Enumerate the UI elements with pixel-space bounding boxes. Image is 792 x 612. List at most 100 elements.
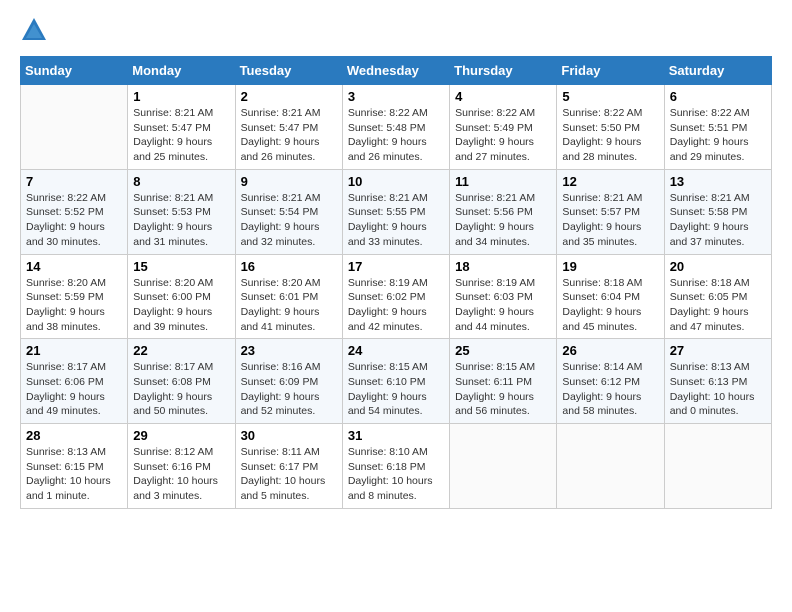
day-number: 26 — [562, 343, 658, 358]
weekday-header: Sunday — [21, 57, 128, 85]
calendar-cell: 24 Sunrise: 8:15 AMSunset: 6:10 PMDayligh… — [342, 339, 449, 424]
day-number: 6 — [670, 89, 766, 104]
day-info: Sunrise: 8:17 AMSunset: 6:08 PMDaylight:… — [133, 360, 229, 419]
day-info: Sunrise: 8:11 AMSunset: 6:17 PMDaylight:… — [241, 445, 337, 504]
calendar-cell: 23 Sunrise: 8:16 AMSunset: 6:09 PMDayligh… — [235, 339, 342, 424]
weekday-header: Tuesday — [235, 57, 342, 85]
day-number: 12 — [562, 174, 658, 189]
calendar-week-row: 21 Sunrise: 8:17 AMSunset: 6:06 PMDayligh… — [21, 339, 772, 424]
calendar-cell: 6 Sunrise: 8:22 AMSunset: 5:51 PMDaylight… — [664, 85, 771, 170]
calendar-cell — [21, 85, 128, 170]
calendar-cell: 8Sunrise: 8:21 AMSunset: 5:53 PMDaylight… — [128, 169, 235, 254]
day-number: 27 — [670, 343, 766, 358]
calendar-cell: 27 Sunrise: 8:13 AMSunset: 6:13 PMDayligh… — [664, 339, 771, 424]
weekday-header: Friday — [557, 57, 664, 85]
day-info: Sunrise: 8:15 AMSunset: 6:11 PMDaylight:… — [455, 360, 551, 419]
day-info: Sunrise: 8:10 AMSunset: 6:18 PMDaylight:… — [348, 445, 444, 504]
calendar-cell: 4Sunrise: 8:22 AMSunset: 5:49 PMDaylight… — [450, 85, 557, 170]
day-number: 19 — [562, 259, 658, 274]
day-info: Sunrise: 8:20 AMSunset: 5:59 PMDaylight:… — [26, 276, 122, 335]
day-number: 9 — [241, 174, 337, 189]
calendar-week-row: 1 Sunrise: 8:21 AMSunset: 5:47 PMDaylight… — [21, 85, 772, 170]
calendar-cell: 25 Sunrise: 8:15 AMSunset: 6:11 PMDayligh… — [450, 339, 557, 424]
day-info: Sunrise: 8:19 AMSunset: 6:03 PMDaylight:… — [455, 276, 551, 335]
day-number: 2 — [241, 89, 337, 104]
calendar-cell: 20 Sunrise: 8:18 AMSunset: 6:05 PMDayligh… — [664, 254, 771, 339]
calendar-cell: 2 Sunrise: 8:21 AMSunset: 5:47 PMDaylight… — [235, 85, 342, 170]
day-number: 28 — [26, 428, 122, 443]
logo — [20, 16, 52, 44]
calendar-cell: 13 Sunrise: 8:21 AMSunset: 5:58 PMDayligh… — [664, 169, 771, 254]
calendar-cell: 28 Sunrise: 8:13 AMSunset: 6:15 PMDayligh… — [21, 424, 128, 509]
day-number: 29 — [133, 428, 229, 443]
day-info: Sunrise: 8:22 AMSunset: 5:50 PMDaylight:… — [562, 106, 658, 165]
calendar-cell: 18 Sunrise: 8:19 AMSunset: 6:03 PMDayligh… — [450, 254, 557, 339]
calendar-cell: 17 Sunrise: 8:19 AMSunset: 6:02 PMDayligh… — [342, 254, 449, 339]
calendar-cell: 14Sunrise: 8:20 AMSunset: 5:59 PMDayligh… — [21, 254, 128, 339]
day-info: Sunrise: 8:12 AMSunset: 6:16 PMDaylight:… — [133, 445, 229, 504]
calendar-cell — [557, 424, 664, 509]
calendar-cell: 1 Sunrise: 8:21 AMSunset: 5:47 PMDaylight… — [128, 85, 235, 170]
day-number: 16 — [241, 259, 337, 274]
day-number: 11 — [455, 174, 551, 189]
day-info: Sunrise: 8:22 AMSunset: 5:48 PMDaylight:… — [348, 106, 444, 165]
day-info: Sunrise: 8:16 AMSunset: 6:09 PMDaylight:… — [241, 360, 337, 419]
day-number: 7 — [26, 174, 122, 189]
day-number: 1 — [133, 89, 229, 104]
logo-icon — [20, 16, 48, 44]
weekday-header: Monday — [128, 57, 235, 85]
day-info: Sunrise: 8:21 AMSunset: 5:53 PMDaylight:… — [133, 191, 229, 250]
day-number: 17 — [348, 259, 444, 274]
day-info: Sunrise: 8:21 AMSunset: 5:47 PMDaylight:… — [241, 106, 337, 165]
day-info: Sunrise: 8:18 AMSunset: 6:04 PMDaylight:… — [562, 276, 658, 335]
day-info: Sunrise: 8:21 AMSunset: 5:58 PMDaylight:… — [670, 191, 766, 250]
calendar-table: SundayMondayTuesdayWednesdayThursdayFrid… — [20, 56, 772, 509]
day-number: 23 — [241, 343, 337, 358]
day-number: 24 — [348, 343, 444, 358]
day-info: Sunrise: 8:22 AMSunset: 5:51 PMDaylight:… — [670, 106, 766, 165]
day-info: Sunrise: 8:18 AMSunset: 6:05 PMDaylight:… — [670, 276, 766, 335]
day-info: Sunrise: 8:21 AMSunset: 5:57 PMDaylight:… — [562, 191, 658, 250]
calendar-cell: 3 Sunrise: 8:22 AMSunset: 5:48 PMDaylight… — [342, 85, 449, 170]
day-number: 3 — [348, 89, 444, 104]
day-number: 5 — [562, 89, 658, 104]
day-number: 22 — [133, 343, 229, 358]
weekday-header: Saturday — [664, 57, 771, 85]
weekday-header: Thursday — [450, 57, 557, 85]
day-info: Sunrise: 8:21 AMSunset: 5:47 PMDaylight:… — [133, 106, 229, 165]
calendar-cell: 7Sunrise: 8:22 AMSunset: 5:52 PMDaylight… — [21, 169, 128, 254]
day-number: 30 — [241, 428, 337, 443]
calendar-cell: 31 Sunrise: 8:10 AMSunset: 6:18 PMDayligh… — [342, 424, 449, 509]
calendar-cell: 11Sunrise: 8:21 AMSunset: 5:56 PMDayligh… — [450, 169, 557, 254]
calendar-cell: 22 Sunrise: 8:17 AMSunset: 6:08 PMDayligh… — [128, 339, 235, 424]
day-info: Sunrise: 8:13 AMSunset: 6:13 PMDaylight:… — [670, 360, 766, 419]
calendar-week-row: 14Sunrise: 8:20 AMSunset: 5:59 PMDayligh… — [21, 254, 772, 339]
day-info: Sunrise: 8:13 AMSunset: 6:15 PMDaylight:… — [26, 445, 122, 504]
day-number: 20 — [670, 259, 766, 274]
day-info: Sunrise: 8:20 AMSunset: 6:00 PMDaylight:… — [133, 276, 229, 335]
day-number: 21 — [26, 343, 122, 358]
day-number: 18 — [455, 259, 551, 274]
calendar-cell: 5 Sunrise: 8:22 AMSunset: 5:50 PMDaylight… — [557, 85, 664, 170]
day-number: 25 — [455, 343, 551, 358]
calendar-week-row: 28 Sunrise: 8:13 AMSunset: 6:15 PMDayligh… — [21, 424, 772, 509]
day-info: Sunrise: 8:19 AMSunset: 6:02 PMDaylight:… — [348, 276, 444, 335]
day-number: 10 — [348, 174, 444, 189]
day-info: Sunrise: 8:17 AMSunset: 6:06 PMDaylight:… — [26, 360, 122, 419]
calendar-cell: 12 Sunrise: 8:21 AMSunset: 5:57 PMDayligh… — [557, 169, 664, 254]
calendar-cell: 9 Sunrise: 8:21 AMSunset: 5:54 PMDaylight… — [235, 169, 342, 254]
calendar-cell: 30 Sunrise: 8:11 AMSunset: 6:17 PMDayligh… — [235, 424, 342, 509]
day-info: Sunrise: 8:15 AMSunset: 6:10 PMDaylight:… — [348, 360, 444, 419]
header — [20, 16, 772, 44]
day-number: 15 — [133, 259, 229, 274]
day-number: 31 — [348, 428, 444, 443]
day-number: 13 — [670, 174, 766, 189]
calendar-cell: 19 Sunrise: 8:18 AMSunset: 6:04 PMDayligh… — [557, 254, 664, 339]
day-info: Sunrise: 8:14 AMSunset: 6:12 PMDaylight:… — [562, 360, 658, 419]
day-info: Sunrise: 8:21 AMSunset: 5:54 PMDaylight:… — [241, 191, 337, 250]
day-info: Sunrise: 8:20 AMSunset: 6:01 PMDaylight:… — [241, 276, 337, 335]
day-info: Sunrise: 8:22 AMSunset: 5:49 PMDaylight:… — [455, 106, 551, 165]
calendar-cell — [664, 424, 771, 509]
calendar-week-row: 7Sunrise: 8:22 AMSunset: 5:52 PMDaylight… — [21, 169, 772, 254]
calendar-cell: 16 Sunrise: 8:20 AMSunset: 6:01 PMDayligh… — [235, 254, 342, 339]
